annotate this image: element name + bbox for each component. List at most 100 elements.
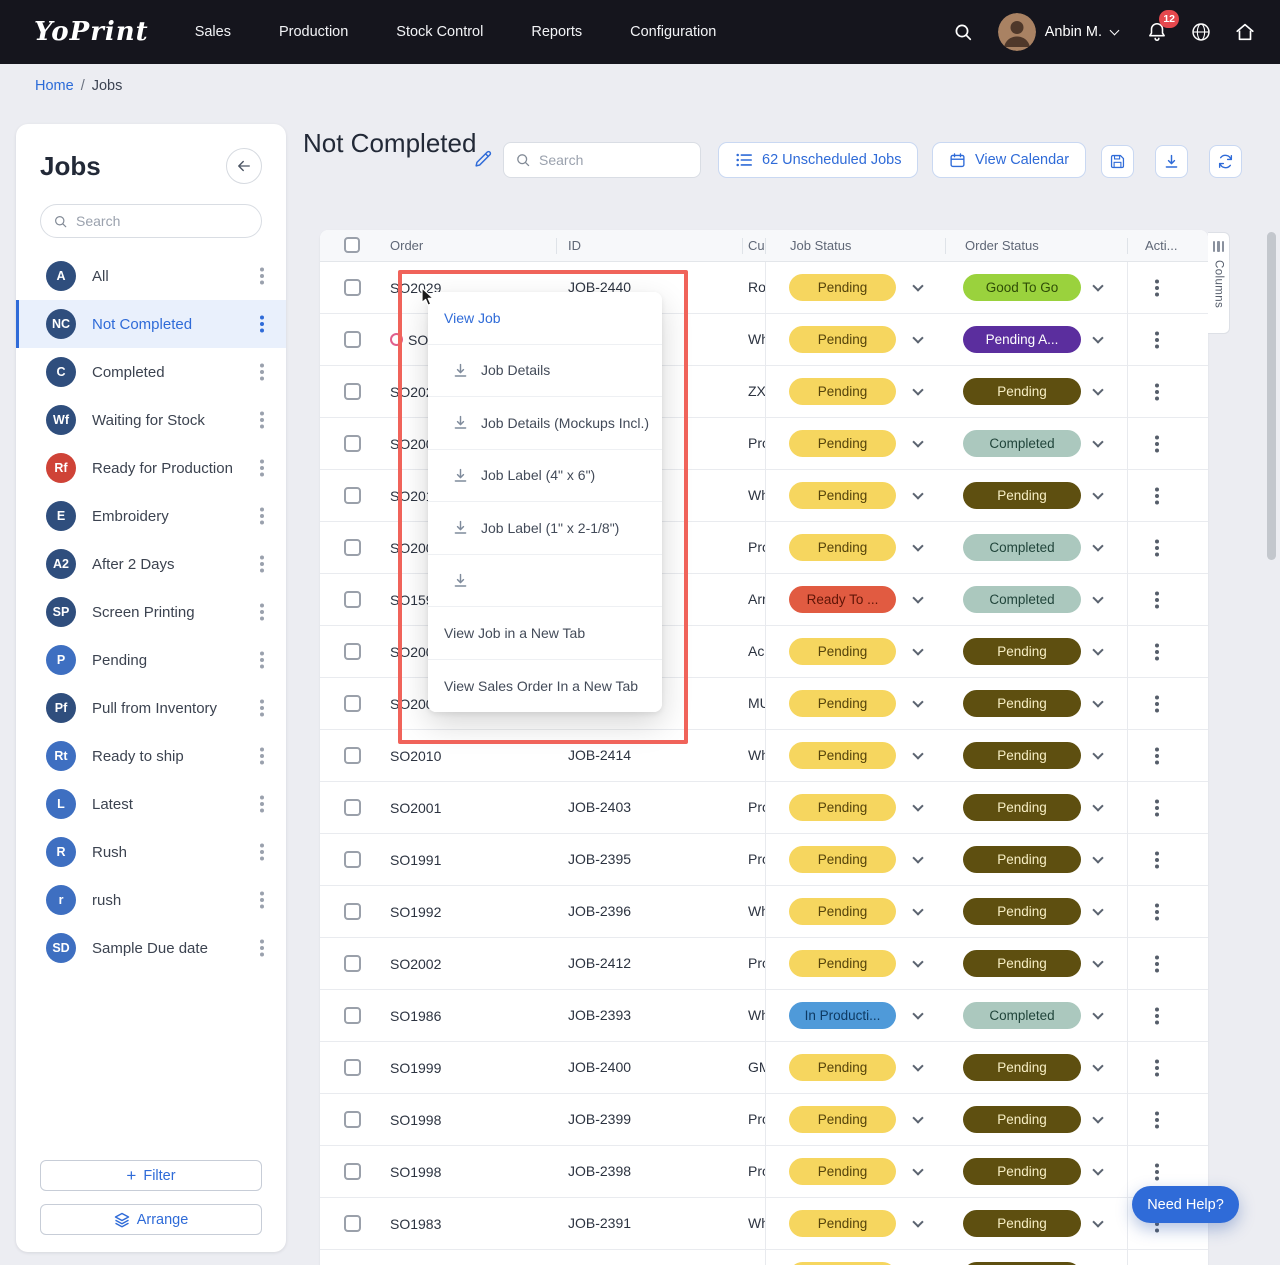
sidebar-item-ready-for-production[interactable]: Rf Ready for Production [16,444,286,492]
job-status-dropdown[interactable] [908,1058,928,1078]
job-status-badge[interactable]: Pending [789,1054,896,1081]
order-number[interactable]: SO1998 [390,1112,441,1128]
filter-options-kebab[interactable] [250,504,274,528]
vertical-scrollbar[interactable] [1267,230,1276,1265]
menu-item-job-details-mockups-incl[interactable]: Job Details (Mockups Incl.) [428,397,662,450]
job-status-badge[interactable]: Pending [789,534,896,561]
order-status-dropdown[interactable] [1088,1058,1108,1078]
row-actions-menu[interactable] [1145,796,1169,820]
order-status-badge[interactable]: Pending [963,378,1081,405]
row-actions-menu[interactable] [1145,276,1169,300]
row-checkbox[interactable] [344,383,361,400]
filter-options-kebab[interactable] [250,360,274,384]
order-status-badge[interactable]: Pending [963,794,1081,821]
row-actions-menu[interactable] [1145,432,1169,456]
sidebar-item-all[interactable]: A All [16,252,286,300]
row-checkbox[interactable] [344,435,361,452]
filter-options-kebab[interactable] [250,888,274,912]
job-status-dropdown[interactable] [908,434,928,454]
job-status-badge[interactable]: In Producti... [789,1002,896,1029]
order-status-dropdown[interactable] [1088,382,1108,402]
row-actions-menu[interactable] [1145,328,1169,352]
menu-item-view-sales-order-in-a-new-tab[interactable]: View Sales Order In a New Tab [428,660,662,713]
sidebar-item-after-2-days[interactable]: A2 After 2 Days [16,540,286,588]
order-number[interactable]: SO1986 [390,1008,441,1024]
order-status-dropdown[interactable] [1088,902,1108,922]
order-status-dropdown[interactable] [1088,1214,1108,1234]
order-status-badge[interactable]: Pending [963,742,1081,769]
nav-item-stock-control[interactable]: Stock Control [396,24,483,40]
row-checkbox[interactable] [344,1059,361,1076]
select-all-checkbox[interactable] [344,237,360,253]
refresh-button[interactable] [1209,145,1242,178]
sidebar-item-screen-printing[interactable]: SP Screen Printing [16,588,286,636]
order-status-dropdown[interactable] [1088,1162,1108,1182]
order-number[interactable]: SO1998 [390,1164,441,1180]
filter-options-kebab[interactable] [250,552,274,576]
job-status-dropdown[interactable] [908,1214,928,1234]
job-status-badge[interactable]: Pending [789,794,896,821]
row-actions-menu[interactable] [1145,900,1169,924]
sidebar-item-latest[interactable]: L Latest [16,780,286,828]
home-button[interactable] [1230,17,1260,47]
menu-item-job-label-1-x-2-1-8[interactable]: Job Label (1" x 2-1/8") [428,502,662,555]
sidebar-item-not-completed[interactable]: NC Not Completed [16,300,286,348]
order-status-dropdown[interactable] [1088,1006,1108,1026]
breadcrumb-home-link[interactable]: Home [35,78,74,94]
order-status-badge[interactable]: Pending [963,690,1081,717]
row-actions-menu[interactable] [1145,692,1169,716]
order-status-badge[interactable]: Completed [963,1002,1081,1029]
order-status-badge[interactable]: Pending [963,1054,1081,1081]
sidebar-item-sample-due-date[interactable]: SD Sample Due date [16,924,286,972]
filter-options-kebab[interactable] [250,792,274,816]
order-status-dropdown[interactable] [1088,642,1108,662]
collapse-sidebar-button[interactable] [226,148,262,184]
order-status-badge[interactable]: Pending [963,950,1081,977]
header-id[interactable]: ID [568,238,581,253]
order-status-badge[interactable]: Completed [963,586,1081,613]
order-status-badge[interactable]: Completed [963,430,1081,457]
table-search-input[interactable] [539,152,689,168]
row-actions-menu[interactable] [1145,744,1169,768]
row-checkbox[interactable] [344,851,361,868]
user-menu[interactable]: Anbin M. [998,13,1118,51]
job-status-badge[interactable]: Pending [789,1210,896,1237]
order-status-dropdown[interactable] [1088,798,1108,818]
app-logo[interactable]: YoPrint [34,17,149,47]
order-status-dropdown[interactable] [1088,954,1108,974]
job-status-badge[interactable]: Pending [789,482,896,509]
job-status-badge[interactable]: Pending [789,742,896,769]
order-status-dropdown[interactable] [1088,434,1108,454]
menu-item-view-job-in-a-new-tab[interactable]: View Job in a New Tab [428,607,662,660]
order-status-dropdown[interactable] [1088,538,1108,558]
row-checkbox[interactable] [344,591,361,608]
row-checkbox[interactable] [344,955,361,972]
job-status-dropdown[interactable] [908,798,928,818]
job-status-dropdown[interactable] [908,538,928,558]
row-actions-menu[interactable] [1145,380,1169,404]
sidebar-item-rush[interactable]: R Rush [16,828,286,876]
order-number[interactable]: SO2010 [390,748,441,764]
order-number[interactable]: SO1999 [390,1060,441,1076]
job-status-badge[interactable]: Pending [789,378,896,405]
row-checkbox[interactable] [344,695,361,712]
row-checkbox[interactable] [344,539,361,556]
order-number[interactable]: SO [408,332,428,348]
job-status-dropdown[interactable] [908,902,928,922]
filter-options-kebab[interactable] [250,840,274,864]
sidebar-item-ready-to-ship[interactable]: Rt Ready to ship [16,732,286,780]
job-status-badge[interactable]: Pending [789,638,896,665]
row-checkbox[interactable] [344,1111,361,1128]
scrollbar-thumb[interactable] [1267,232,1276,560]
global-search-icon[interactable] [948,17,978,47]
order-status-dropdown[interactable] [1088,1110,1108,1130]
order-status-dropdown[interactable] [1088,746,1108,766]
filter-options-kebab[interactable] [250,312,274,336]
header-order-status[interactable]: Order Status [965,238,1039,253]
edit-title-button[interactable] [470,147,496,173]
job-status-badge[interactable]: Pending [789,1106,896,1133]
job-status-dropdown[interactable] [908,642,928,662]
job-status-badge[interactable]: Pending [789,846,896,873]
row-actions-menu[interactable] [1145,640,1169,664]
job-status-badge[interactable]: Pending [789,950,896,977]
